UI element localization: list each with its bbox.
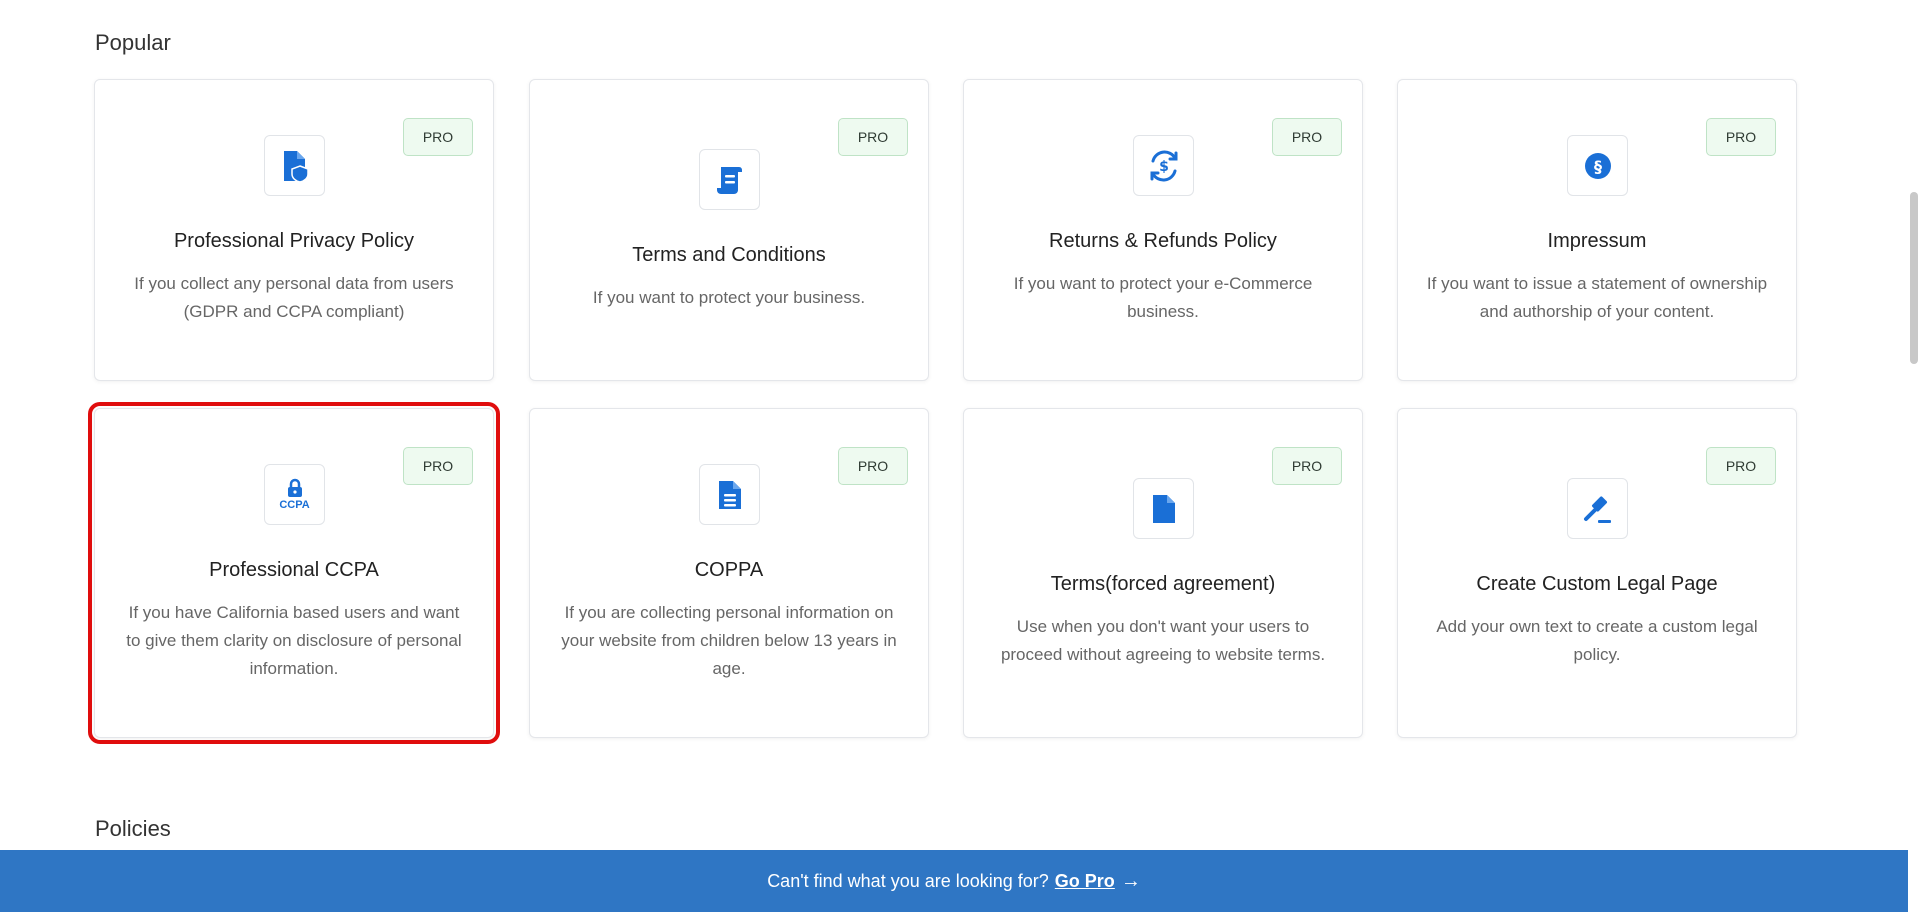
page: Popular PRO Professional Privacy Policy … [0,0,1920,912]
card-description: If you have California based users and w… [126,603,462,678]
scroll-icon [699,149,760,210]
pro-badge: PRO [1272,118,1342,156]
document-lines-icon [699,464,760,525]
card-description: Add your own text to create a custom leg… [1436,617,1758,664]
card-title: Professional Privacy Policy [173,230,415,252]
card-title: Professional CCPA [209,559,379,581]
go-pro-banner: Can't find what you are looking for? Go … [0,850,1908,912]
section-title-popular: Popular [95,30,171,55]
gavel-icon [1567,478,1628,539]
pro-badge: PRO [1706,447,1776,485]
card-title: Create Custom Legal Page [1476,573,1718,595]
banner-text: Can't find what you are looking for? [767,870,1049,891]
card-description: If you want to protect your e-Commerce b… [1013,274,1313,321]
card-description: If you are collecting personal informati… [561,603,897,678]
card-returns-refunds-policy[interactable]: PRO $ Returns & Refunds Policy If you wa… [963,79,1363,381]
refund-dollar-icon: $ [1133,135,1194,196]
card-terms-and-conditions[interactable]: PRO Terms and Conditions If you want to … [529,79,929,381]
arrow-right-icon[interactable]: → [1121,870,1141,893]
svg-text:§: § [1594,157,1602,176]
card-coppa[interactable]: PRO COPPA If you are collecting personal… [529,408,929,738]
go-pro-link[interactable]: Go Pro [1055,871,1115,892]
card-impressum[interactable]: PRO § Impressum If you want to issue a s… [1397,79,1797,381]
card-description: Use when you don't want your users to pr… [1000,617,1326,664]
pro-badge: PRO [403,118,473,156]
pro-badge: PRO [1272,447,1342,485]
card-title: Impressum [1547,230,1647,252]
card-title: Terms and Conditions [632,244,826,266]
card-professional-ccpa[interactable]: PRO CCPA Professional CCPA If you have C… [88,402,500,744]
card-description: If you collect any personal data from us… [134,274,454,321]
pro-badge: PRO [403,447,473,485]
svg-text:$: $ [1159,159,1169,175]
file-shield-icon [264,135,325,196]
lock-ccpa-icon: CCPA [264,464,325,525]
card-title: COPPA [694,559,764,581]
section-sign-icon: § [1567,135,1628,196]
card-professional-privacy-policy[interactable]: PRO Professional Privacy Policy If you c… [94,79,494,381]
card-terms-forced-agreement[interactable]: PRO Terms(forced agreement) Use when you… [963,408,1363,738]
card-create-custom-legal-page[interactable]: PRO Create Custom Legal Page Add your ow… [1397,408,1797,738]
card-description: If you want to protect your business. [592,288,866,307]
card-title: Terms(forced agreement) [1050,573,1276,595]
section-title-policies: Policies [95,816,171,841]
file-icon [1133,478,1194,539]
ccpa-label: CCPA [279,499,310,511]
pro-badge: PRO [1706,118,1776,156]
card-description: If you want to issue a statement of owne… [1426,274,1768,321]
scrollbar[interactable] [1908,0,1920,850]
pro-badge: PRO [838,447,908,485]
pro-badge: PRO [838,118,908,156]
card-title: Returns & Refunds Policy [1049,230,1277,252]
scrollbar-thumb[interactable] [1910,192,1918,364]
